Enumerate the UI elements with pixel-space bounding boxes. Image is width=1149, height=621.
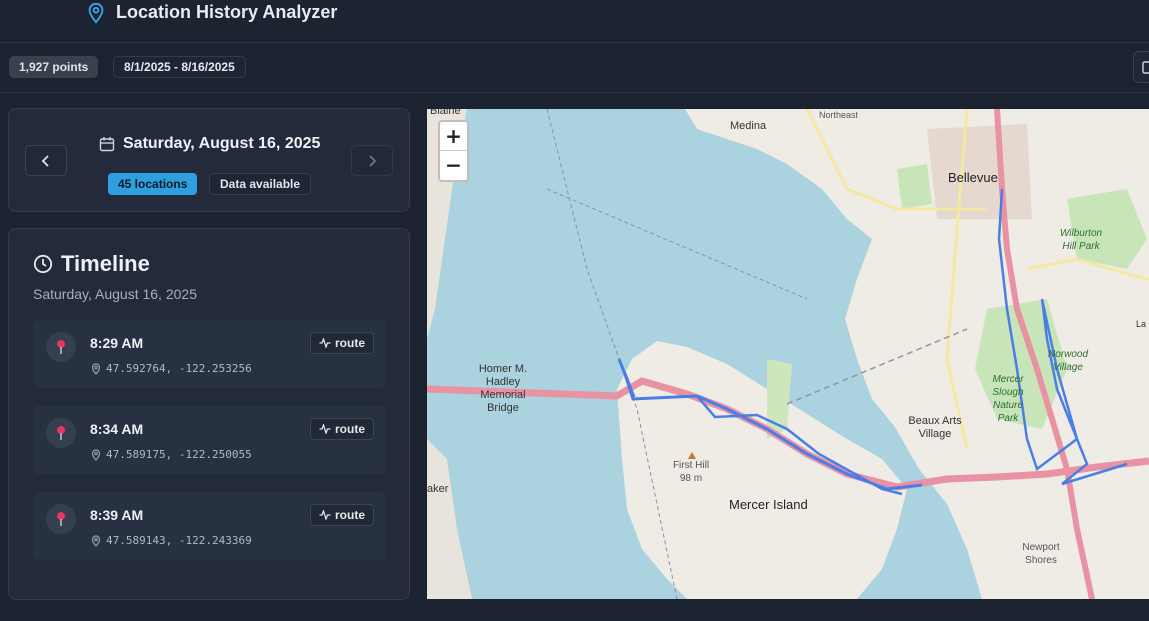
chevron-left-icon (41, 155, 49, 167)
map-label-first-hill: First Hill 98 m (672, 460, 710, 484)
location-pin-icon (88, 2, 104, 24)
calendar-button[interactable] (1133, 51, 1149, 83)
calendar-icon (1142, 61, 1149, 74)
location-pin-icon (91, 535, 101, 547)
route-button-label: route (335, 508, 365, 522)
timeline-subtitle: Saturday, August 16, 2025 (33, 286, 197, 302)
pushpin-icon (57, 512, 65, 526)
next-day-button[interactable] (351, 145, 393, 176)
entry-coordinates: 47.592764, -122.253256 (106, 362, 252, 375)
map-label-la: La (1136, 319, 1147, 329)
location-pin-icon (91, 363, 101, 375)
app-header: Location History Analyzer (0, 0, 1149, 43)
map-label-laker: aker (427, 483, 449, 495)
timeline-entry[interactable]: 8:29 AM 47.592764, -122.253256 route (33, 320, 386, 388)
map-label-bellevue: Bellevue (948, 170, 998, 185)
timeline-card: Timeline Saturday, August 16, 2025 8:29 … (8, 228, 410, 600)
points-count-badge: 1,927 points (9, 56, 99, 78)
entry-coordinates: 47.589175, -122.250055 (106, 448, 252, 461)
summary-bar: 1,927 points 8/1/2025 - 8/16/2025 (0, 43, 1149, 93)
map-label-blaine: Blaine (430, 109, 461, 117)
zoom-control: + − (438, 120, 469, 182)
date-range-badge: 8/1/2025 - 8/16/2025 (113, 56, 246, 78)
map-label-mercer-island: Mercer Island (729, 497, 808, 512)
route-button[interactable]: route (310, 418, 374, 440)
app-title: Location History Analyzer (116, 2, 338, 22)
timeline-title: Timeline (61, 251, 150, 276)
activity-icon (319, 510, 331, 520)
location-marker (46, 332, 76, 362)
west-shore-land (427, 439, 472, 599)
data-available-badge: Data available (209, 173, 312, 195)
selected-date-label: Saturday, August 16, 2025 (123, 135, 321, 152)
map-label-norwood: Norwood Village (1047, 349, 1089, 373)
mercer-island-land (617, 341, 907, 599)
pushpin-icon (57, 340, 65, 354)
location-marker (46, 504, 76, 534)
timeline-entry[interactable]: 8:34 AM 47.589175, -122.250055 route (33, 406, 386, 474)
map-label-medina: Medina (730, 120, 767, 132)
route-button[interactable]: route (310, 332, 374, 354)
pushpin-icon (57, 426, 65, 440)
map-label-bridge: Homer M. Hadley Memorial Bridge (478, 363, 528, 414)
chevron-right-icon (369, 155, 377, 167)
locations-count-badge: 45 locations (108, 173, 198, 195)
route-button-label: route (335, 336, 365, 350)
clock-icon (33, 254, 53, 274)
route-button[interactable]: route (310, 504, 374, 526)
location-marker (46, 418, 76, 448)
zoom-out-button[interactable]: − (440, 151, 467, 180)
selected-date: Saturday, August 16, 2025 (99, 135, 320, 153)
entry-time: 8:34 AM (90, 421, 144, 437)
calendar-icon (99, 137, 115, 152)
map-label-newport: Newport Shores (1022, 542, 1060, 566)
timeline-entry[interactable]: 8:39 AM 47.589143, -122.243369 route (33, 492, 386, 560)
activity-icon (319, 424, 331, 434)
entry-time: 8:29 AM (90, 335, 144, 351)
map-label-mercer-slough: Mercer Slough Nature Park (992, 374, 1024, 424)
park-area (897, 164, 932, 209)
map-label-beaux-arts: Beaux Arts Village (908, 415, 962, 440)
entry-coordinates: 47.589143, -122.243369 (106, 534, 252, 547)
activity-icon (319, 338, 331, 348)
entry-time: 8:39 AM (90, 507, 144, 523)
map-label-wilburton: Wilburton Hill Park (1059, 228, 1103, 252)
date-navigation-card: Saturday, August 16, 2025 45 locations D… (8, 108, 410, 212)
zoom-in-button[interactable]: + (440, 122, 467, 151)
map-view[interactable]: + − Blaine Medina Northeast Bellevue Hom… (427, 109, 1149, 599)
timeline-header: Timeline (33, 251, 150, 277)
boundary-line (546, 188, 808, 300)
route-button-label: route (335, 422, 365, 436)
previous-day-button[interactable] (25, 145, 67, 176)
map-tiles[interactable] (427, 109, 1149, 599)
map-label-northeast: Northeast (819, 110, 859, 120)
location-pin-icon (91, 449, 101, 461)
